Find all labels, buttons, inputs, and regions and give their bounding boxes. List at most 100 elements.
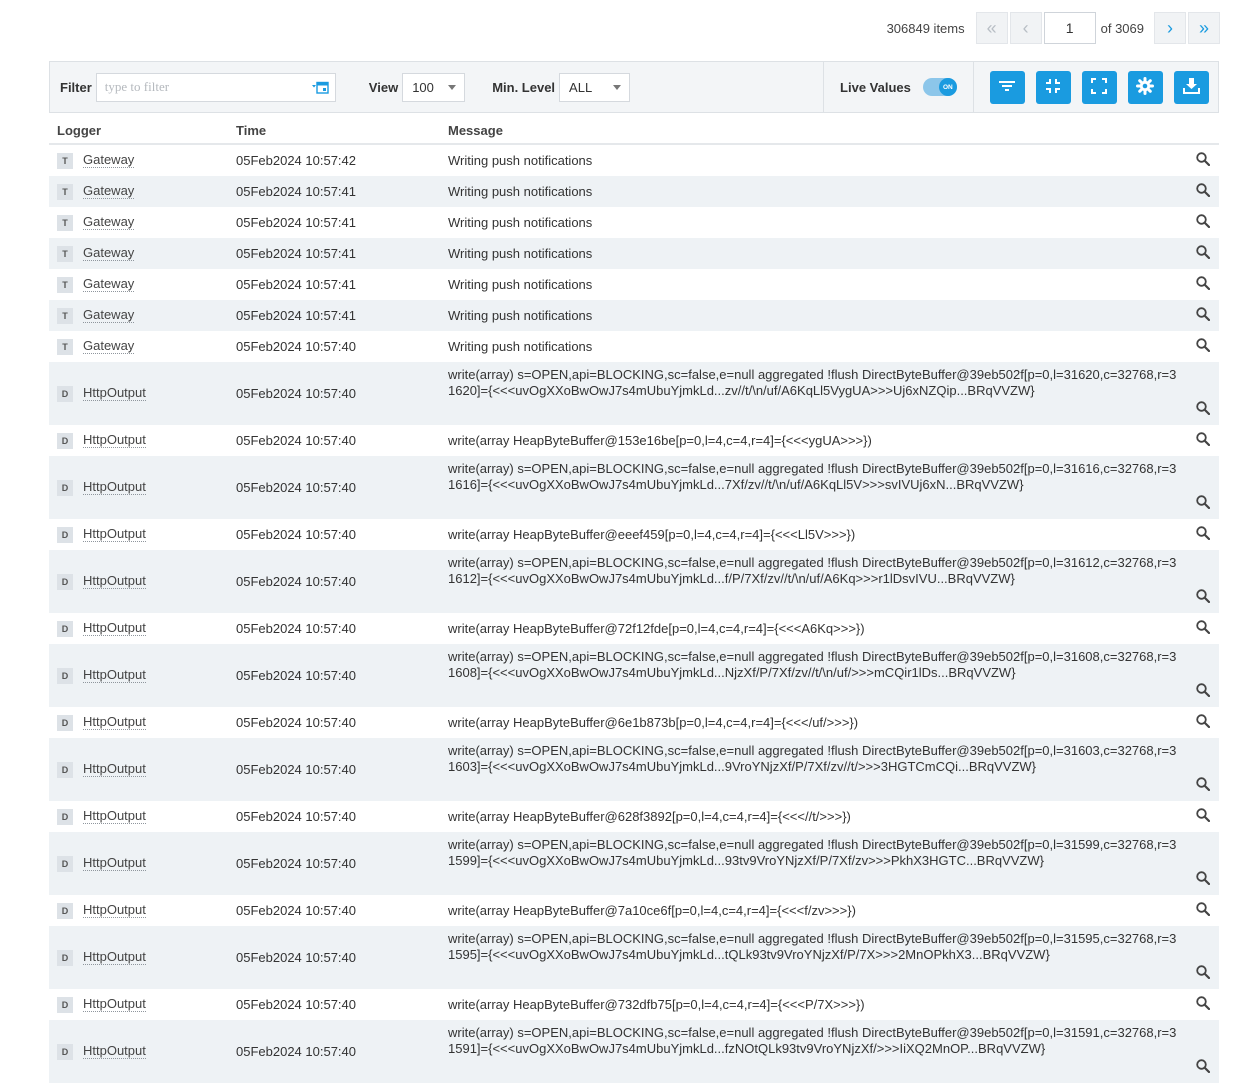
logger-cell: D HttpOutput [49, 613, 236, 644]
logger-link[interactable]: HttpOutput [83, 997, 146, 1012]
table-row[interactable]: D HttpOutput 05Feb2024 10:57:40 write(array… [49, 362, 1219, 425]
search-icon[interactable] [1196, 714, 1211, 731]
table-row[interactable]: D HttpOutput 05Feb2024 10:57:40 write(array… [49, 1020, 1219, 1083]
time-cell: 05Feb2024 10:57:40 [236, 574, 356, 589]
logger-cell: T Gateway [49, 269, 236, 300]
logger-link[interactable]: Gateway [83, 153, 135, 168]
table-row[interactable]: T Gateway 05Feb2024 10:57:41 Writing push n… [49, 176, 1219, 207]
search-icon[interactable] [1196, 808, 1211, 825]
logger-cell: D HttpOutput [49, 895, 236, 926]
search-icon[interactable] [1196, 152, 1211, 169]
table-row[interactable]: T Gateway 05Feb2024 10:57:41 Writing push n… [49, 207, 1219, 238]
logger-link[interactable]: HttpOutput [83, 386, 146, 401]
collapse-button[interactable] [1035, 70, 1071, 104]
search-icon[interactable] [1196, 338, 1211, 355]
search-icon[interactable] [1196, 871, 1211, 888]
message-cell: write(array HeapByteBuffer@7a10ce6f[p=0,… [448, 903, 856, 918]
live-values-toggle[interactable]: ON [922, 78, 957, 96]
fullscreen-button[interactable] [1081, 70, 1117, 104]
search-icon[interactable] [1196, 183, 1211, 200]
logger-link[interactable]: HttpOutput [83, 856, 146, 871]
table-row[interactable]: D HttpOutput 05Feb2024 10:57:40 write(array… [49, 519, 1219, 550]
table-row[interactable]: D HttpOutput 05Feb2024 10:57:40 write(array… [49, 895, 1219, 926]
table-row[interactable]: T Gateway 05Feb2024 10:57:41 Writing push n… [49, 300, 1219, 331]
search-icon[interactable] [1196, 996, 1211, 1013]
column-header-message[interactable]: Message [448, 123, 1219, 138]
prev-page-button[interactable]: ‹ [1009, 12, 1042, 44]
search-icon[interactable] [1196, 683, 1211, 700]
message-cell: Writing push notifications [448, 246, 593, 261]
page-number-input[interactable] [1043, 12, 1096, 44]
logger-link[interactable]: Gateway [83, 215, 135, 230]
table-row[interactable]: D HttpOutput 05Feb2024 10:57:40 write(array… [49, 738, 1219, 801]
search-icon[interactable] [1196, 495, 1211, 512]
logger-link[interactable]: HttpOutput [83, 715, 146, 730]
search-icon[interactable] [1196, 214, 1211, 231]
logger-link[interactable]: HttpOutput [83, 527, 146, 542]
table-row[interactable]: D HttpOutput 05Feb2024 10:57:40 write(array… [49, 989, 1219, 1020]
table-row[interactable]: T Gateway 05Feb2024 10:57:42 Writing push n… [49, 145, 1219, 176]
logger-link[interactable]: HttpOutput [83, 762, 146, 777]
search-icon[interactable] [1196, 245, 1211, 262]
column-header-logger[interactable]: Logger [49, 123, 236, 138]
table-row[interactable]: D HttpOutput 05Feb2024 10:57:40 write(array… [49, 832, 1219, 895]
message-cell: write(array) s=OPEN,api=BLOCKING,sc=fals… [448, 555, 1177, 586]
next-page-button[interactable]: › [1154, 12, 1186, 44]
logger-link[interactable]: HttpOutput [83, 668, 146, 683]
search-icon[interactable] [1196, 526, 1211, 543]
time-cell: 05Feb2024 10:57:41 [236, 308, 356, 323]
search-icon[interactable] [1196, 307, 1211, 324]
last-page-button[interactable]: » [1188, 12, 1220, 44]
logger-link[interactable]: HttpOutput [83, 433, 146, 448]
logger-link[interactable]: HttpOutput [83, 903, 146, 918]
table-row[interactable]: D HttpOutput 05Feb2024 10:57:40 write(array… [49, 550, 1219, 613]
logger-link[interactable]: HttpOutput [83, 809, 146, 824]
search-icon[interactable] [1196, 965, 1211, 982]
search-icon[interactable] [1196, 902, 1211, 919]
chevron-down-icon [448, 84, 457, 90]
table-row[interactable]: D HttpOutput 05Feb2024 10:57:40 write(array… [49, 644, 1219, 707]
table-row[interactable]: T Gateway 05Feb2024 10:57:41 Writing push n… [49, 238, 1219, 269]
table-row[interactable]: D HttpOutput 05Feb2024 10:57:40 write(array… [49, 926, 1219, 989]
search-icon[interactable] [1196, 432, 1211, 449]
level-badge: D [57, 573, 73, 590]
logger-link[interactable]: Gateway [83, 184, 135, 199]
download-button[interactable] [1173, 70, 1209, 104]
level-badge: D [57, 855, 73, 872]
table-row[interactable]: D HttpOutput 05Feb2024 10:57:40 write(array… [49, 425, 1219, 456]
view-select[interactable]: 100 [402, 72, 466, 102]
message-cell: write(array) s=OPEN,api=BLOCKING,sc=fals… [448, 649, 1177, 680]
filter-button[interactable] [989, 70, 1025, 104]
search-icon[interactable] [1196, 620, 1211, 637]
logger-link[interactable]: Gateway [83, 277, 135, 292]
column-header-time[interactable]: Time [236, 123, 448, 138]
logger-link[interactable]: Gateway [83, 339, 135, 354]
calendar-filter-icon[interactable] [311, 81, 329, 97]
table-body: T Gateway 05Feb2024 10:57:42 Writing push n… [49, 145, 1219, 1083]
logger-link[interactable]: Gateway [83, 246, 135, 261]
table-row[interactable]: D HttpOutput 05Feb2024 10:57:40 write(array… [49, 801, 1219, 832]
level-badge: D [57, 1043, 73, 1060]
logger-link[interactable]: HttpOutput [83, 574, 146, 589]
table-row[interactable]: D HttpOutput 05Feb2024 10:57:40 write(array… [49, 456, 1219, 519]
logger-link[interactable]: HttpOutput [83, 480, 146, 495]
search-icon[interactable] [1196, 1059, 1211, 1076]
logger-link[interactable]: Gateway [83, 308, 135, 323]
table-row[interactable]: T Gateway 05Feb2024 10:57:40 Writing push n… [49, 331, 1219, 362]
table-row[interactable]: D HttpOutput 05Feb2024 10:57:40 write(array… [49, 707, 1219, 738]
min-level-select[interactable]: ALL [559, 72, 631, 102]
level-badge: T [57, 307, 73, 324]
logger-link[interactable]: HttpOutput [83, 1044, 146, 1059]
level-badge: T [57, 214, 73, 231]
search-icon[interactable] [1196, 276, 1211, 293]
search-icon[interactable] [1196, 589, 1211, 606]
first-page-button[interactable]: « [975, 12, 1008, 44]
table-row[interactable]: T Gateway 05Feb2024 10:57:41 Writing push n… [49, 269, 1219, 300]
logger-link[interactable]: HttpOutput [83, 621, 146, 636]
table-row[interactable]: D HttpOutput 05Feb2024 10:57:40 write(array… [49, 613, 1219, 644]
logger-link[interactable]: HttpOutput [83, 950, 146, 965]
filter-input[interactable] [96, 74, 297, 100]
search-icon[interactable] [1196, 401, 1211, 418]
search-icon[interactable] [1196, 777, 1211, 794]
settings-button[interactable] [1127, 70, 1163, 104]
